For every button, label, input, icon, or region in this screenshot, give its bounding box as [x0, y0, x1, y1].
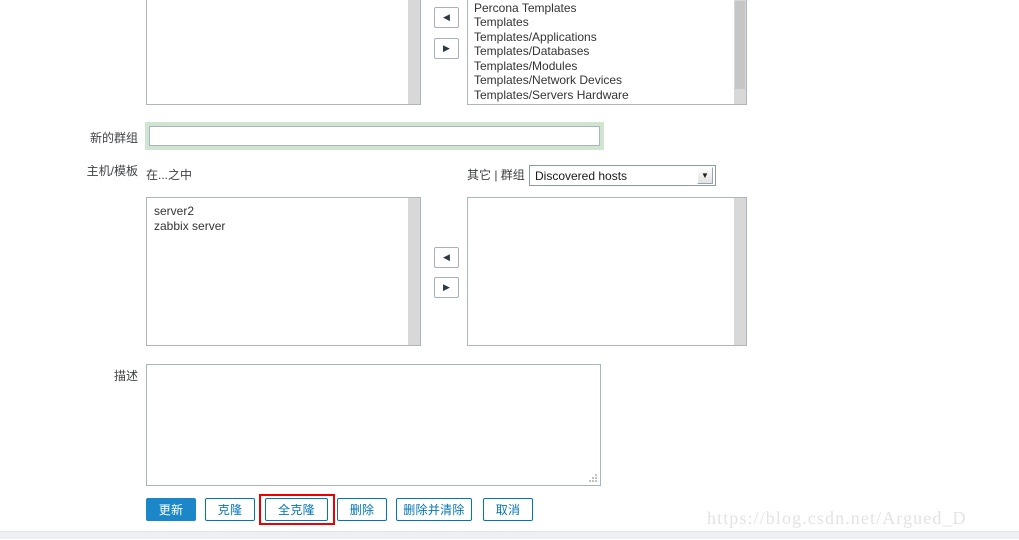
top-right-list-items: Linux servers Percona Templates Template… [468, 0, 733, 105]
top-left-list-items [147, 0, 407, 104]
list-item[interactable]: zabbix server [153, 219, 407, 234]
arrow-right-icon: ▶ [443, 282, 450, 292]
top-right-available-templates-list[interactable]: Linux servers Percona Templates Template… [467, 0, 747, 105]
arrow-right-icon: ▶ [443, 43, 450, 53]
other-group-list-scrollbar[interactable] [733, 198, 746, 345]
new-group-label: 新的群组 [89, 131, 138, 145]
footer-divider [0, 531, 1019, 539]
full-clone-button[interactable]: 全克隆 [265, 498, 328, 521]
resize-grip-icon[interactable] [589, 474, 598, 483]
move-to-left-button[interactable]: ◀ [434, 247, 459, 268]
in-group-sublabel: 在...之中 [146, 168, 193, 182]
chevron-down-icon: ▼ [697, 167, 713, 184]
description-label: 描述 [113, 369, 138, 383]
top-move-left-button[interactable]: ◀ [434, 7, 459, 28]
list-item[interactable]: Templates/Applications [473, 30, 733, 45]
other-group-list-items [468, 198, 733, 345]
list-item[interactable]: Templates/Databases [473, 44, 733, 59]
in-group-hosts-list[interactable]: server2 zabbix server [146, 197, 421, 346]
move-to-right-button[interactable]: ▶ [434, 277, 459, 298]
update-button[interactable]: 更新 [146, 498, 196, 521]
top-move-right-button[interactable]: ▶ [434, 38, 459, 59]
other-group-hosts-list[interactable] [467, 197, 747, 346]
other-group-sublabel: 其它 | 群组 [467, 168, 525, 182]
list-item[interactable]: Templates/Servers Hardware [473, 88, 733, 103]
group-select[interactable]: Discovered hosts ▼ [529, 165, 716, 186]
group-select-value: Discovered hosts [535, 168, 628, 183]
top-right-list-scrollbar[interactable] [733, 0, 746, 104]
delete-and-clear-button[interactable]: 删除并清除 [396, 498, 472, 521]
cancel-button[interactable]: 取消 [483, 498, 533, 521]
top-left-list-scrollbar[interactable] [407, 0, 420, 104]
new-group-field-highlight [145, 122, 604, 150]
list-item[interactable]: Templates [473, 15, 733, 30]
clone-button[interactable]: 克隆 [205, 498, 255, 521]
list-item[interactable]: server2 [153, 204, 407, 219]
list-item[interactable]: Templates/Modules [473, 59, 733, 74]
in-group-list-scrollbar[interactable] [407, 198, 420, 345]
top-left-selected-templates-list[interactable] [146, 0, 421, 105]
watermark-text: https://blog.csdn.net/Argued_D [707, 508, 967, 528]
description-textarea[interactable] [146, 364, 601, 486]
list-item[interactable]: Templates/Network Devices [473, 73, 733, 88]
zabbix-host-group-form: ◀ ▶ Linux servers Percona Templates Temp… [0, 0, 1019, 540]
in-group-list-items: server2 zabbix server [147, 198, 407, 345]
hosts-templates-label: 主机/模板 [86, 164, 138, 178]
new-group-input[interactable] [149, 126, 600, 146]
arrow-left-icon: ◀ [443, 12, 450, 22]
delete-button[interactable]: 删除 [337, 498, 387, 521]
list-item[interactable]: Templates/Virtualization [473, 102, 733, 104]
arrow-left-icon: ◀ [443, 252, 450, 262]
list-item[interactable]: Percona Templates [473, 1, 733, 16]
